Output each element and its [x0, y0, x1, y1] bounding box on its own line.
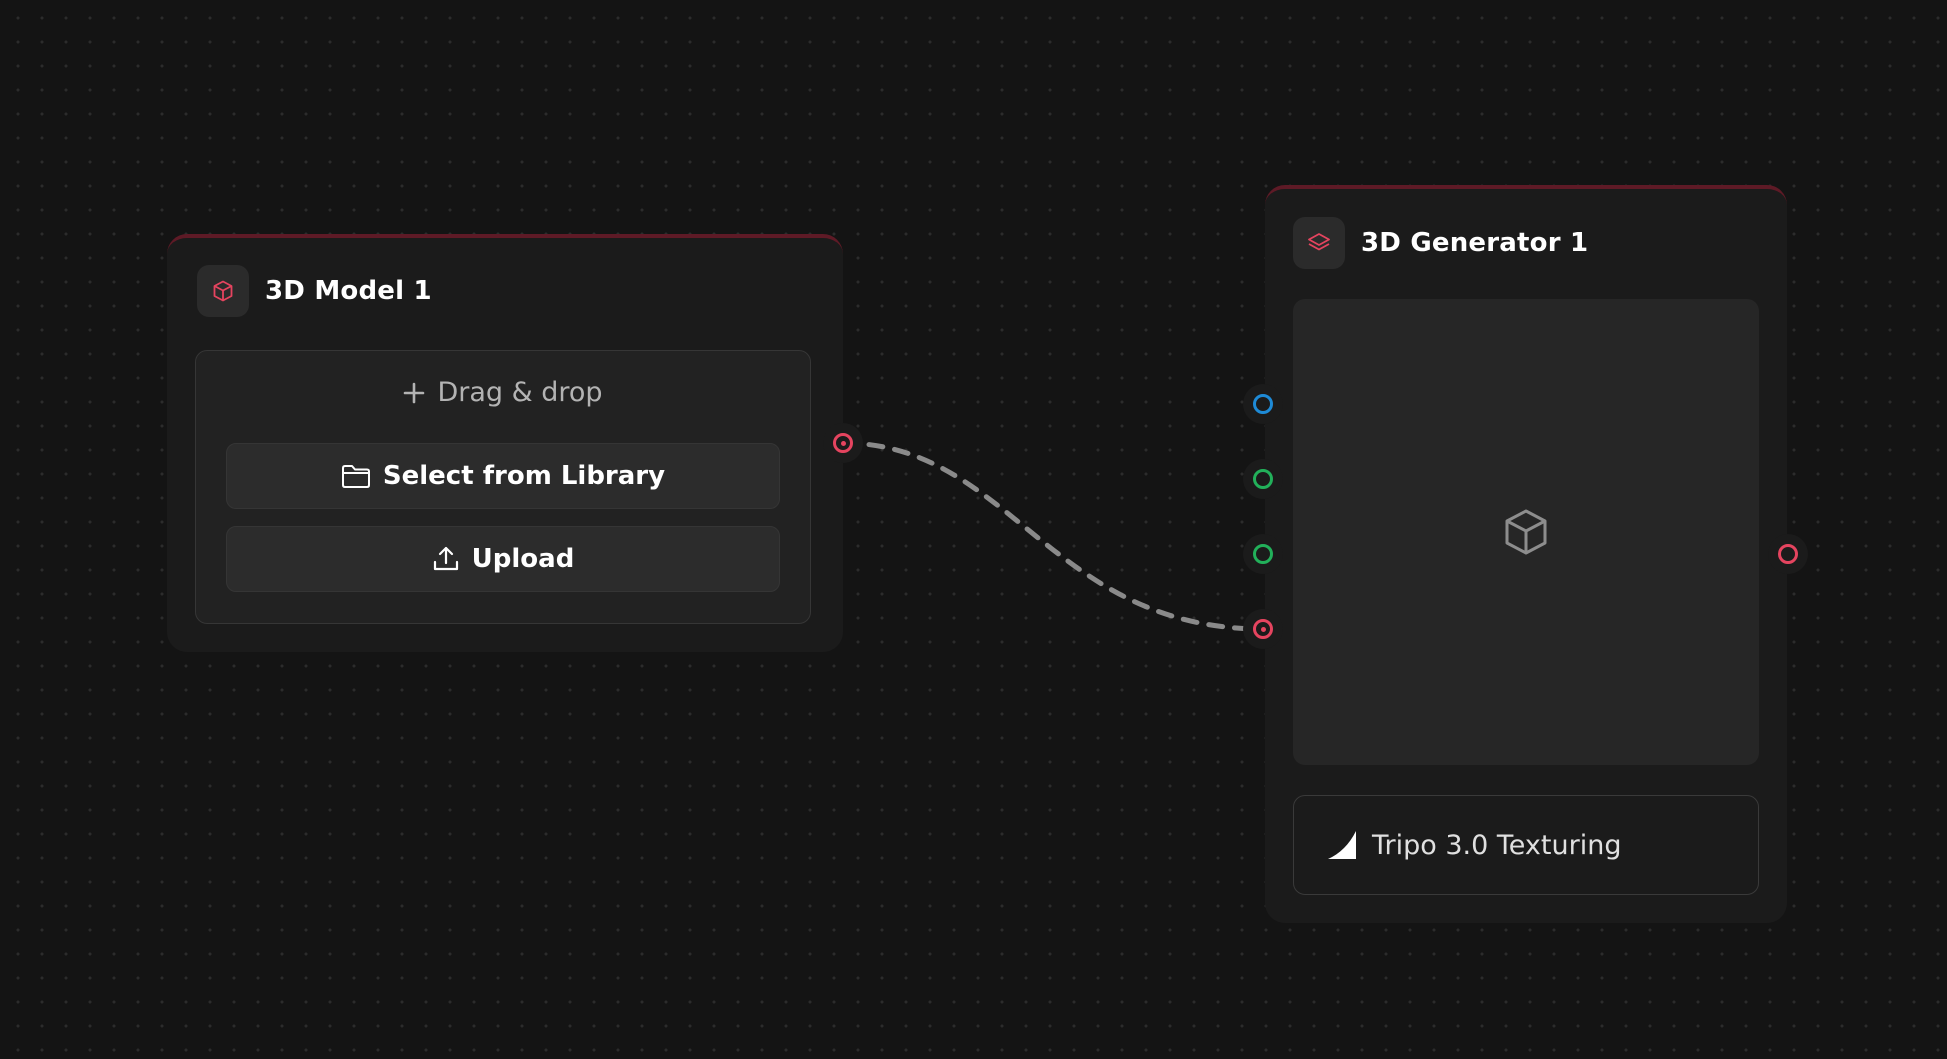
model-node-title: 3D Model 1: [265, 276, 432, 306]
generator-input-port-green-2[interactable]: [1243, 534, 1283, 574]
connection-edge[interactable]: [840, 440, 1266, 632]
select-from-library-button[interactable]: Select from Library: [226, 443, 780, 509]
dropzone[interactable]: Drag & drop: [196, 377, 810, 408]
model-output-port[interactable]: [823, 423, 863, 463]
dropzone-label: Drag & drop: [437, 377, 603, 408]
layers-icon: [1308, 233, 1330, 251]
generator-input-port-model[interactable]: [1243, 609, 1283, 649]
workflow-canvas[interactable]: 3D Model 1 Drag & drop Select from Libra…: [0, 0, 1947, 1059]
folder-icon: [341, 463, 371, 489]
generator-node-header: 3D Generator 1: [1293, 217, 1588, 269]
upload-button[interactable]: Upload: [226, 526, 780, 592]
generator-node-title: 3D Generator 1: [1361, 228, 1589, 258]
model-node-icon-box: [197, 265, 249, 317]
model-selector-label: Tripo 3.0 Texturing: [1372, 829, 1622, 861]
upload-panel[interactable]: Drag & drop Select from Library Upload: [195, 350, 811, 624]
model-node[interactable]: 3D Model 1 Drag & drop Select from Libra…: [167, 234, 843, 652]
generator-output-port[interactable]: [1768, 534, 1808, 574]
cube-outline-icon: [1505, 509, 1547, 555]
model-preview: [1293, 299, 1759, 765]
upload-icon: [432, 545, 460, 573]
model-selector[interactable]: Tripo 3.0 Texturing: [1293, 795, 1759, 895]
plus-icon: [403, 382, 425, 404]
generator-node[interactable]: 3D Generator 1 Tripo 3.0 Texturing: [1265, 185, 1787, 923]
select-from-library-label: Select from Library: [382, 461, 666, 491]
upload-label: Upload: [471, 544, 575, 574]
generator-node-icon-box: [1293, 217, 1345, 269]
generator-input-port-green-1[interactable]: [1243, 459, 1283, 499]
cube-icon: [213, 280, 233, 302]
generator-input-port-blue[interactable]: [1243, 384, 1283, 424]
model-node-header: 3D Model 1: [197, 265, 432, 317]
tripo-logo-icon: [1326, 829, 1358, 861]
